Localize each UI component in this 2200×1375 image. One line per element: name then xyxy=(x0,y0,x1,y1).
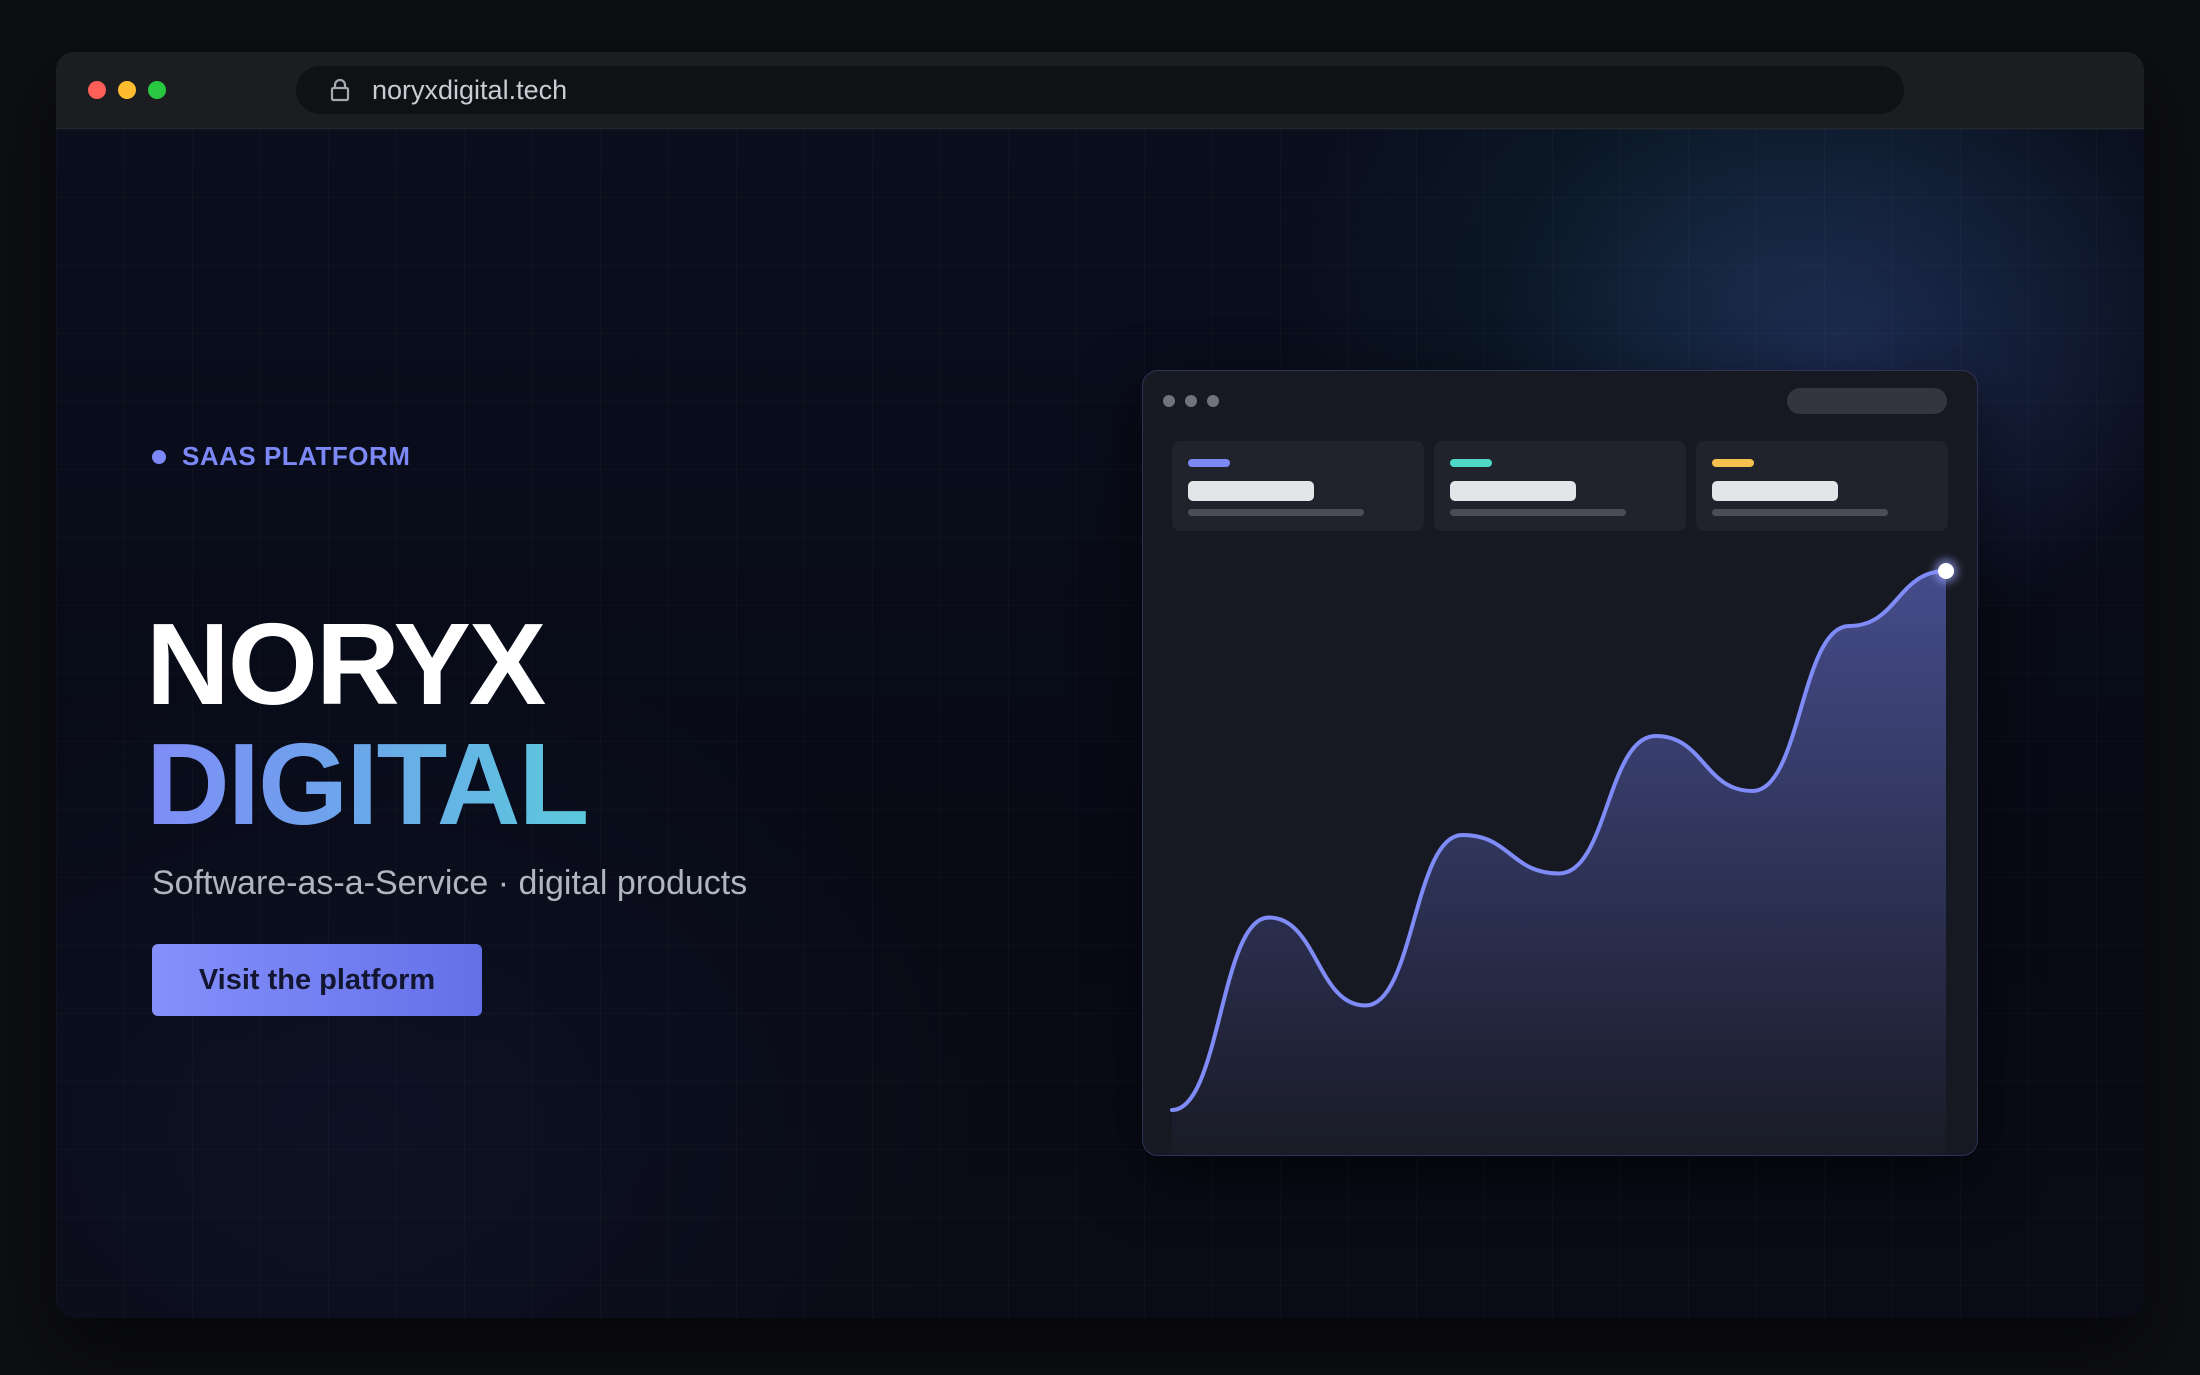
minimize-window-button[interactable] xyxy=(118,81,136,99)
address-bar[interactable]: noryxdigital.tech xyxy=(296,66,1904,114)
browser-window: noryxdigital.tech SAAS PLATFORM NORYX DI… xyxy=(56,52,2144,1318)
hero-title-line-1: NORYX xyxy=(146,599,546,729)
chart-endpoint-marker xyxy=(1938,563,1954,579)
page-content: SAAS PLATFORM NORYX DIGITAL Software-as-… xyxy=(56,129,2144,1318)
url-text[interactable]: noryxdigital.tech xyxy=(372,75,567,105)
dashboard-preview xyxy=(1142,370,1978,1156)
browser-titlebar: noryxdigital.tech xyxy=(56,52,2144,129)
hero-subtitle: Software-as-a-Service · digital products xyxy=(152,864,748,902)
chart-area-fill xyxy=(1172,571,1946,1155)
maximize-window-button[interactable] xyxy=(148,81,166,99)
eyebrow-label: SAAS PLATFORM xyxy=(152,441,410,472)
close-window-button[interactable] xyxy=(88,81,106,99)
hero-title-line-2: DIGITAL xyxy=(146,719,589,849)
growth-chart xyxy=(1170,559,1958,1155)
visit-platform-button[interactable]: Visit the platform xyxy=(152,944,482,1016)
lock-icon xyxy=(330,78,350,102)
eyebrow-text: SAAS PLATFORM xyxy=(182,441,411,471)
bullet-dot-icon xyxy=(152,449,166,464)
